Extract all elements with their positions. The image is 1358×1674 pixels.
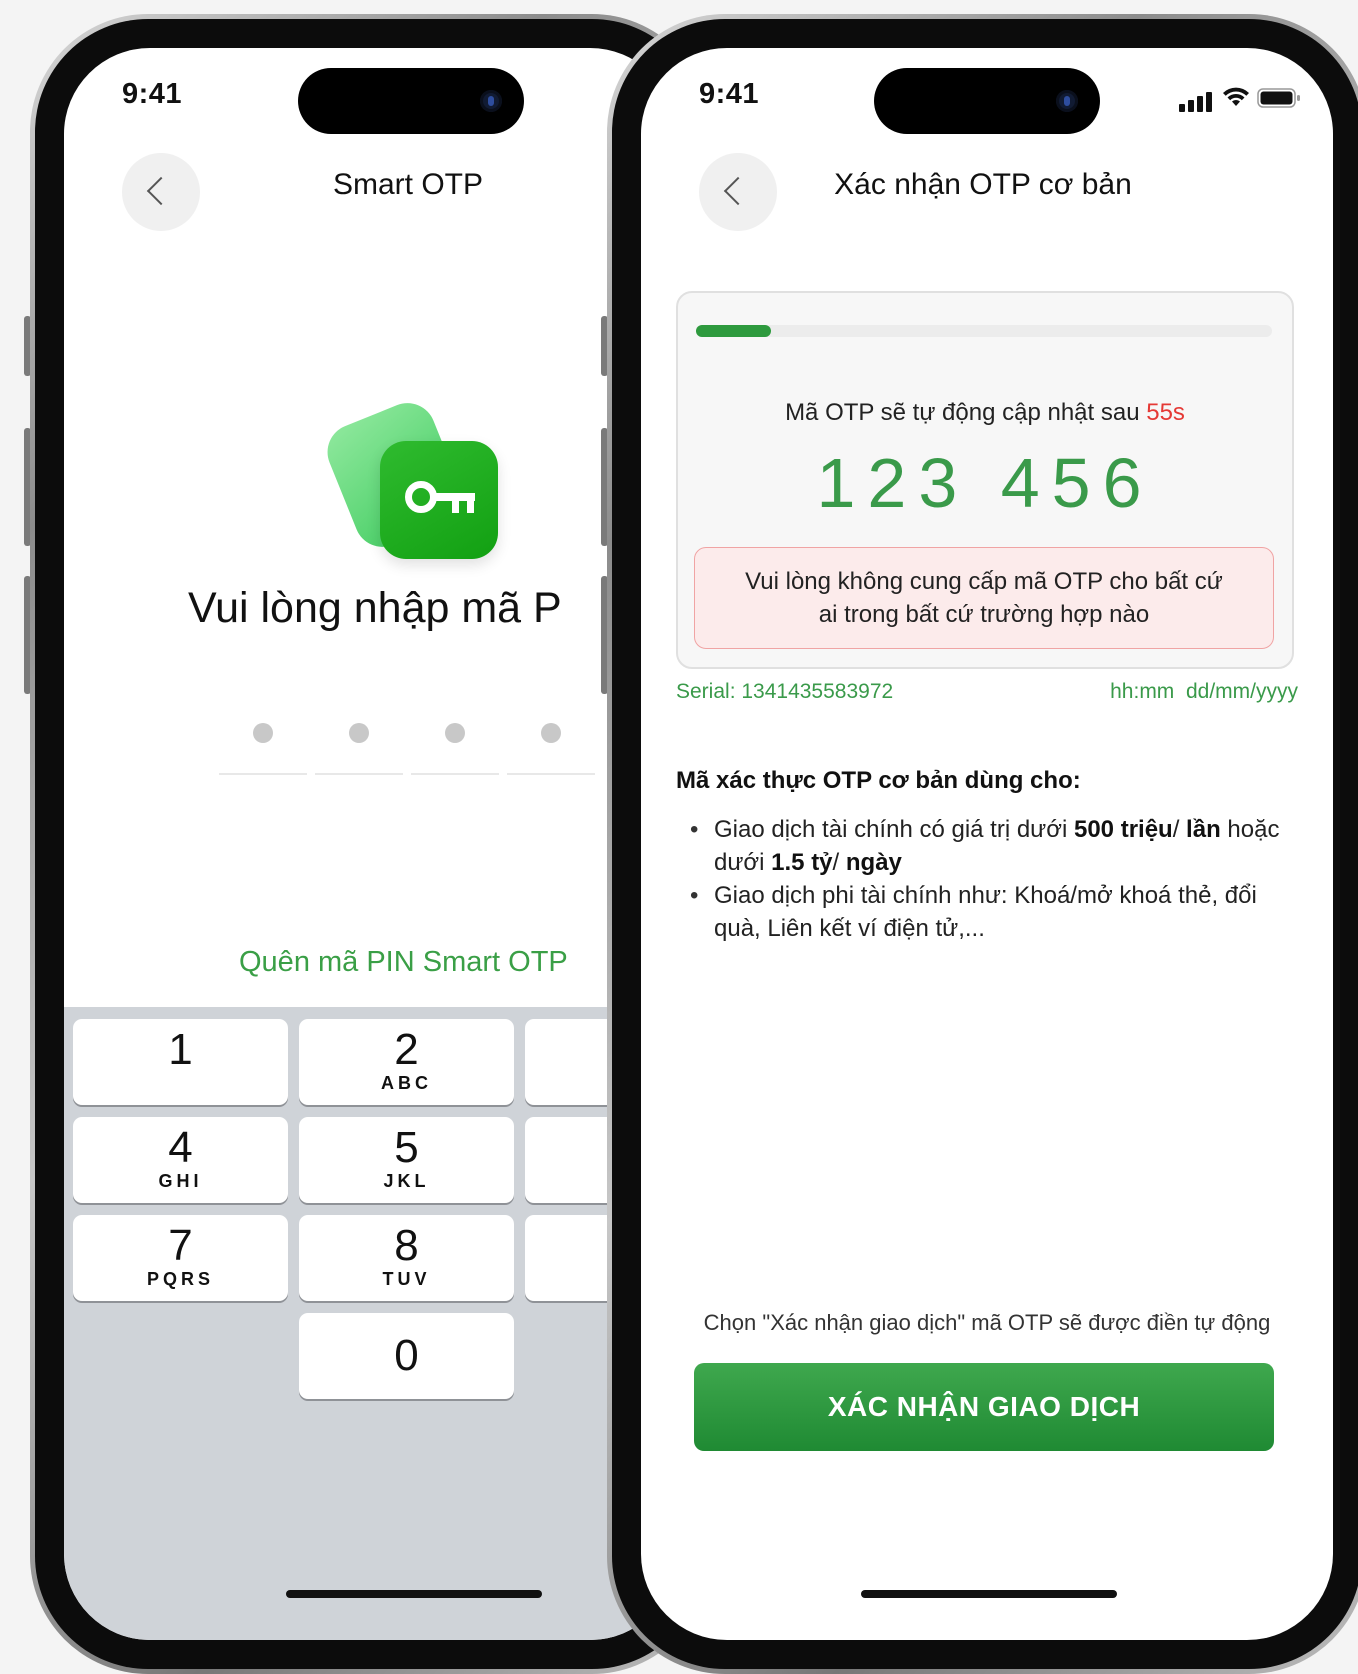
page-title: Smart OTP	[332, 168, 483, 201]
otp-datetime: hh:mm dd/mm/yyyy	[1110, 680, 1298, 703]
usage-title: Mã xác thực OTP cơ bản dùng cho:	[676, 767, 1081, 794]
key-4[interactable]: 4 GHI	[73, 1117, 288, 1203]
page-title: Xác nhận OTP cơ bản	[834, 168, 1132, 201]
otp-progress-fill	[696, 325, 771, 337]
key-icon	[380, 441, 498, 559]
signal-icon	[1179, 104, 1185, 112]
screen-basic-otp: 9:41 Xác nhận OTP cơ bản Mã OTP sẽ tự độ…	[641, 48, 1333, 1640]
camera-icon	[480, 90, 502, 112]
key-1[interactable]: 1	[73, 1019, 288, 1105]
pin-underline	[219, 773, 307, 775]
key-2[interactable]: 2 ABC	[299, 1019, 514, 1105]
dynamic-island	[298, 68, 524, 134]
home-indicator	[286, 1590, 542, 1598]
status-time: 9:41	[699, 78, 760, 110]
key-0[interactable]: 0	[299, 1313, 514, 1399]
pin-underline	[507, 773, 595, 775]
numeric-keypad: 1 2 ABC 4 GHI 5 JKL 7 PQRS 8 TUV 0	[64, 1007, 676, 1640]
pin-underline	[411, 773, 499, 775]
warning-line-2: ai trong bất cứ trường hợp nào	[818, 601, 1150, 628]
screen-smart-otp-pin: 9:41 Smart OTP Vui lòng nhập mã P Quên m…	[64, 48, 676, 1640]
forgot-pin-link[interactable]: Quên mã PIN Smart OTP	[239, 946, 568, 979]
otp-warning-box: Vui lòng không cung cấp mã OTP cho bất c…	[694, 547, 1274, 649]
serial-number: Serial: 1341435583972	[676, 680, 894, 703]
phone-right: 9:41 Xác nhận OTP cơ bản Mã OTP sẽ tự độ…	[601, 14, 1358, 1674]
camera-icon	[1056, 90, 1078, 112]
key-8[interactable]: 8 TUV	[299, 1215, 514, 1301]
status-time: 9:41	[122, 78, 183, 110]
otp-code: 123 456	[816, 444, 1154, 522]
pin-dot-2	[349, 723, 369, 743]
status-icons	[1179, 86, 1300, 112]
otp-refresh-text: Mã OTP sẽ tự động cập nhật sau 55s	[785, 399, 1185, 426]
list-item: Giao dịch phi tài chính như: Khoá/mở kho…	[676, 879, 1286, 945]
otp-card: Mã OTP sẽ tự động cập nhật sau 55s 123 4…	[676, 291, 1294, 669]
wifi-icon	[1223, 87, 1249, 106]
key-5[interactable]: 5 JKL	[299, 1117, 514, 1203]
auto-fill-hint: Chọn "Xác nhận giao dịch" mã OTP sẽ được…	[703, 1310, 1271, 1335]
pin-underline	[315, 773, 403, 775]
pin-dot-4	[541, 723, 561, 743]
confirm-transaction-button[interactable]: XÁC NHẬN GIAO DỊCH	[694, 1363, 1274, 1451]
warning-line-1: Vui lòng không cung cấp mã OTP cho bất c…	[745, 568, 1223, 595]
usage-list: Giao dịch tài chính có giá trị dưới 500 …	[676, 813, 1286, 945]
countdown-seconds: 55s	[1146, 399, 1185, 426]
list-item: Giao dịch tài chính có giá trị dưới 500 …	[676, 813, 1286, 879]
pin-dot-1	[253, 723, 273, 743]
pin-heading: Vui lòng nhập mã P	[188, 584, 562, 632]
dynamic-island	[874, 68, 1100, 134]
battery-icon	[1257, 88, 1300, 108]
home-indicator	[861, 1590, 1117, 1598]
otp-progress-bar	[696, 325, 1272, 337]
key-7[interactable]: 7 PQRS	[73, 1215, 288, 1301]
pin-dot-3	[445, 723, 465, 743]
